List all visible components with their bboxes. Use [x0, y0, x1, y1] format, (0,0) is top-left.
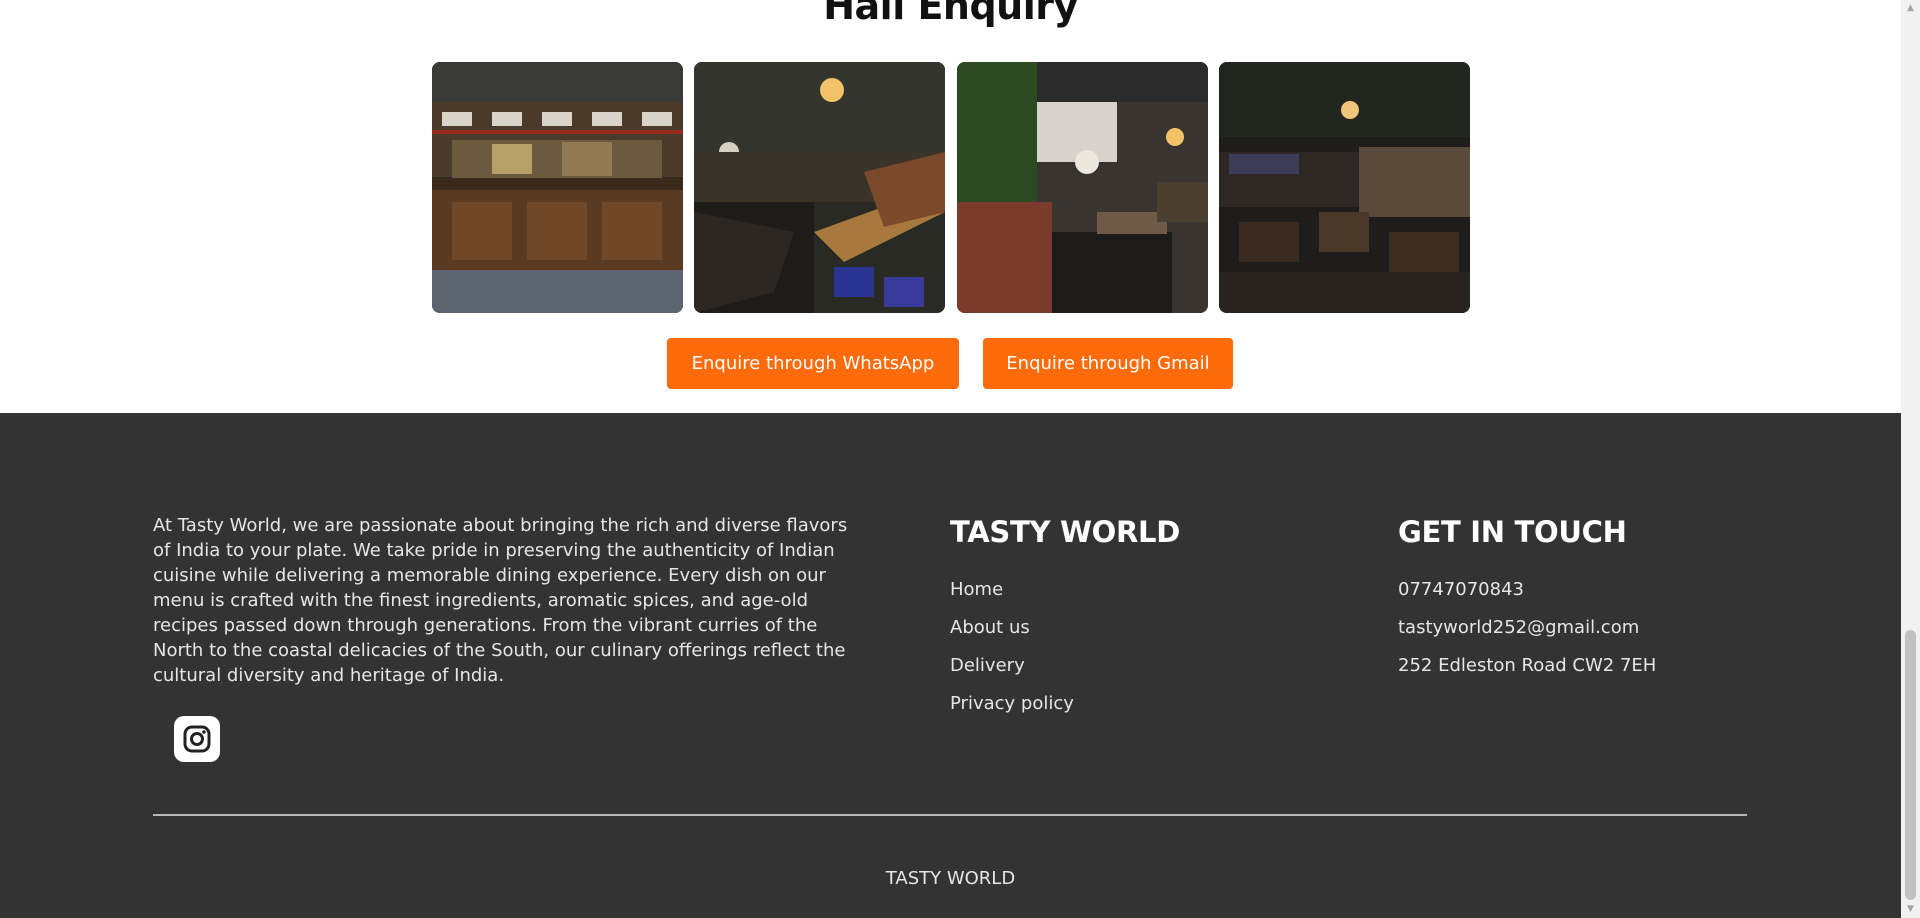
contact-item: 07747070843: [1398, 578, 1656, 616]
hall-photo-gallery: [432, 62, 1470, 313]
hall-enquiry-title: Hall Enquiry: [823, 0, 1078, 28]
footer-link-item: About us: [950, 616, 1074, 654]
plant-wall-dining-photo: [957, 62, 1208, 313]
hall-photo-booths: [694, 62, 945, 313]
footer-contact-title: GET IN TOUCH: [1398, 515, 1627, 549]
contact-address: 252 Edleston Road CW2 7EH: [1398, 655, 1657, 676]
contact-item: tastyworld252@gmail.com: [1398, 616, 1656, 654]
footer-link-item: Privacy policy: [950, 692, 1074, 730]
scroll-down-arrow-icon[interactable]: ▼: [1901, 901, 1920, 918]
instagram-icon: [183, 725, 211, 753]
page: Hall Enquiry Enquire through WhatsApp En…: [0, 0, 1901, 918]
footer-about-text: At Tasty World, we are passionate about …: [153, 515, 848, 686]
scroll-up-arrow-icon[interactable]: ▲: [1901, 0, 1920, 17]
page-scrollbar[interactable]: ▲ ▼: [1901, 0, 1920, 918]
scrollbar-thumb[interactable]: [1905, 630, 1916, 900]
footer-link-delivery[interactable]: Delivery: [950, 655, 1025, 676]
footer-nav-links: Home About us Delivery Privacy policy: [950, 578, 1074, 730]
enquire-whatsapp-button[interactable]: Enquire through WhatsApp: [667, 338, 959, 389]
hall-photo-bar: [432, 62, 683, 313]
footer-divider: [153, 814, 1747, 816]
hall-photo-dark-dining: [1219, 62, 1470, 313]
hall-photo-plant-wall: [957, 62, 1208, 313]
contact-item: 252 Edleston Road CW2 7EH: [1398, 654, 1656, 692]
dining-booths-photo: [694, 62, 945, 313]
instagram-link[interactable]: [174, 716, 220, 762]
footer-link-item: Delivery: [950, 654, 1074, 692]
enquire-gmail-button[interactable]: Enquire through Gmail: [983, 338, 1233, 389]
footer-link-item: Home: [950, 578, 1074, 616]
dark-dining-room-photo: [1219, 62, 1470, 313]
site-footer: At Tasty World, we are passionate about …: [0, 413, 1901, 918]
footer-link-home[interactable]: Home: [950, 579, 1003, 600]
footer-copyright: TASTY WORLD: [885, 868, 1016, 889]
contact-email: tastyworld252@gmail.com: [1398, 617, 1640, 638]
hall-enquiry-section: Hall Enquiry Enquire through WhatsApp En…: [0, 0, 1901, 413]
bar-counter-photo: [432, 62, 683, 313]
contact-phone: 07747070843: [1398, 579, 1524, 600]
footer-link-about[interactable]: About us: [950, 617, 1030, 638]
footer-contact-list: 07747070843 tastyworld252@gmail.com 252 …: [1398, 578, 1656, 692]
footer-link-privacy[interactable]: Privacy policy: [950, 693, 1074, 714]
footer-brand-title: TASTY WORLD: [950, 515, 1180, 549]
